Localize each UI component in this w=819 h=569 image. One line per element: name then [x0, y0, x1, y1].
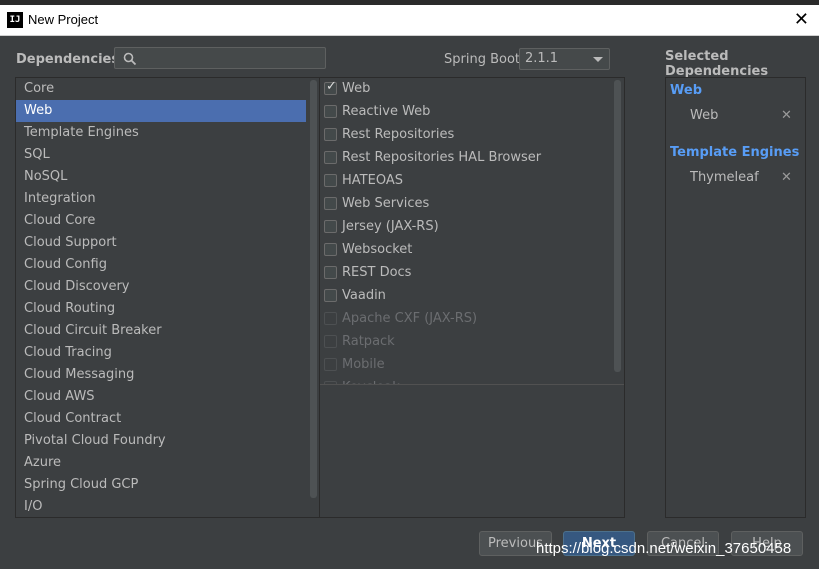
dependency-checkbox[interactable] [324, 197, 337, 210]
category-item[interactable]: Core [16, 78, 319, 100]
dependency-row[interactable]: REST Docs [320, 262, 612, 285]
category-item[interactable]: Integration [16, 188, 319, 210]
spring-boot-label: Spring Boot [444, 52, 521, 67]
category-scrollbar[interactable] [310, 80, 317, 498]
selected-group-web: Web [670, 83, 702, 98]
category-item[interactable]: Cloud Support [16, 232, 319, 254]
selected-dependencies-heading: Selected Dependencies [665, 49, 769, 79]
checkmark-icon: ✓ [326, 79, 337, 94]
dependency-row[interactable]: ✓ Web [320, 78, 612, 101]
dependencies-heading: Dependencies [16, 52, 120, 67]
search-input[interactable] [114, 47, 326, 69]
dependency-label: Vaadin [342, 288, 386, 303]
category-item[interactable]: Cloud Messaging [16, 364, 319, 386]
dependency-row[interactable]: HATEOAS [320, 170, 612, 193]
dependency-label: Ratpack [342, 334, 395, 349]
category-item[interactable]: Cloud Contract [16, 408, 319, 430]
intellij-logo-icon: IJ [7, 12, 23, 28]
category-item[interactable]: Cloud Routing [16, 298, 319, 320]
watermark-text: https://blog.csdn.net/weixin_37650458 [536, 540, 792, 557]
dependency-label: Jersey (JAX-RS) [342, 219, 439, 234]
spring-boot-version-value: 2.1.1 [525, 51, 559, 66]
chevron-down-icon [593, 57, 603, 62]
title-bar: IJ New Project ✕ [0, 5, 819, 36]
selected-item-web: Web [690, 108, 719, 123]
category-item[interactable]: I/O [16, 496, 319, 517]
selected-item-thymeleaf: Thymeleaf [690, 170, 759, 185]
category-item[interactable]: Pivotal Cloud Foundry [16, 430, 319, 452]
dependency-label: Websocket [342, 242, 413, 257]
category-item[interactable]: Cloud Circuit Breaker [16, 320, 319, 342]
selected-dependencies-panel: Web Web ✕ Template Engines Thymeleaf ✕ [665, 77, 806, 518]
category-item[interactable]: NoSQL [16, 166, 319, 188]
dependency-checkbox[interactable] [324, 289, 337, 302]
dependency-row: Ratpack [320, 331, 612, 354]
category-item[interactable]: Cloud Tracing [16, 342, 319, 364]
dependency-checkbox[interactable]: ✓ [324, 79, 337, 95]
dependency-row[interactable]: Websocket [320, 239, 612, 262]
category-item[interactable]: Cloud Config [16, 254, 319, 276]
dependency-label: Apache CXF (JAX-RS) [342, 311, 478, 326]
category-list[interactable]: Core Web Template Engines SQL NoSQL Integrati… [15, 77, 320, 518]
dependency-row[interactable]: Jersey (JAX-RS) [320, 216, 612, 239]
dependency-row[interactable]: Vaadin [320, 285, 612, 308]
selected-group-template-engines: Template Engines [670, 145, 800, 160]
category-item[interactable]: Spring Cloud GCP [16, 474, 319, 496]
category-item[interactable]: SQL [16, 144, 319, 166]
category-item[interactable]: Cloud Discovery [16, 276, 319, 298]
dependency-scrollbar[interactable] [614, 80, 621, 372]
dependency-row[interactable]: Rest Repositories HAL Browser [320, 147, 612, 170]
search-icon [123, 52, 137, 66]
dependency-checkbox[interactable] [324, 266, 337, 279]
dependency-checkbox[interactable] [324, 128, 337, 141]
dependency-checkbox[interactable] [324, 105, 337, 118]
dependency-checkbox[interactable] [324, 243, 337, 256]
dependency-row: Mobile [320, 354, 612, 377]
dependency-label: Reactive Web [342, 104, 431, 119]
dependency-label: Mobile [342, 357, 385, 372]
spring-boot-version-select[interactable]: 2.1.1 [519, 48, 610, 70]
dependency-list-divider [320, 384, 624, 385]
dependency-row[interactable]: Reactive Web [320, 101, 612, 124]
dependency-list[interactable]: ✓ Web Reactive Web Rest Repositories Rest Re… [319, 77, 625, 518]
dependency-checkbox[interactable] [324, 174, 337, 187]
dependency-label: REST Docs [342, 265, 412, 280]
dependency-checkbox [324, 312, 337, 325]
dependency-checkbox [324, 358, 337, 371]
remove-web-icon[interactable]: ✕ [781, 108, 792, 123]
dependency-checkbox[interactable] [324, 151, 337, 164]
dependency-label: Rest Repositories HAL Browser [342, 150, 542, 165]
remove-thymeleaf-icon[interactable]: ✕ [781, 170, 792, 185]
dependency-row[interactable]: Rest Repositories [320, 124, 612, 147]
category-item[interactable]: Cloud AWS [16, 386, 319, 408]
dependency-checkbox [324, 335, 337, 348]
dependency-row[interactable]: Web Services [320, 193, 612, 216]
dependency-row: Keycloak [320, 377, 612, 384]
category-item[interactable]: Cloud Core [16, 210, 319, 232]
category-item[interactable]: Azure [16, 452, 319, 474]
dependency-label: Rest Repositories [342, 127, 455, 142]
dependency-label: Web [342, 81, 371, 96]
dependency-row: Apache CXF (JAX-RS) [320, 308, 612, 331]
dependency-label: Web Services [342, 196, 430, 211]
close-icon[interactable]: ✕ [794, 9, 809, 30]
window-title: New Project [28, 12, 99, 27]
dependency-label: HATEOAS [342, 173, 403, 188]
category-item[interactable]: Template Engines [16, 122, 319, 144]
dependency-checkbox[interactable] [324, 220, 337, 233]
category-item[interactable]: Web [16, 100, 306, 122]
